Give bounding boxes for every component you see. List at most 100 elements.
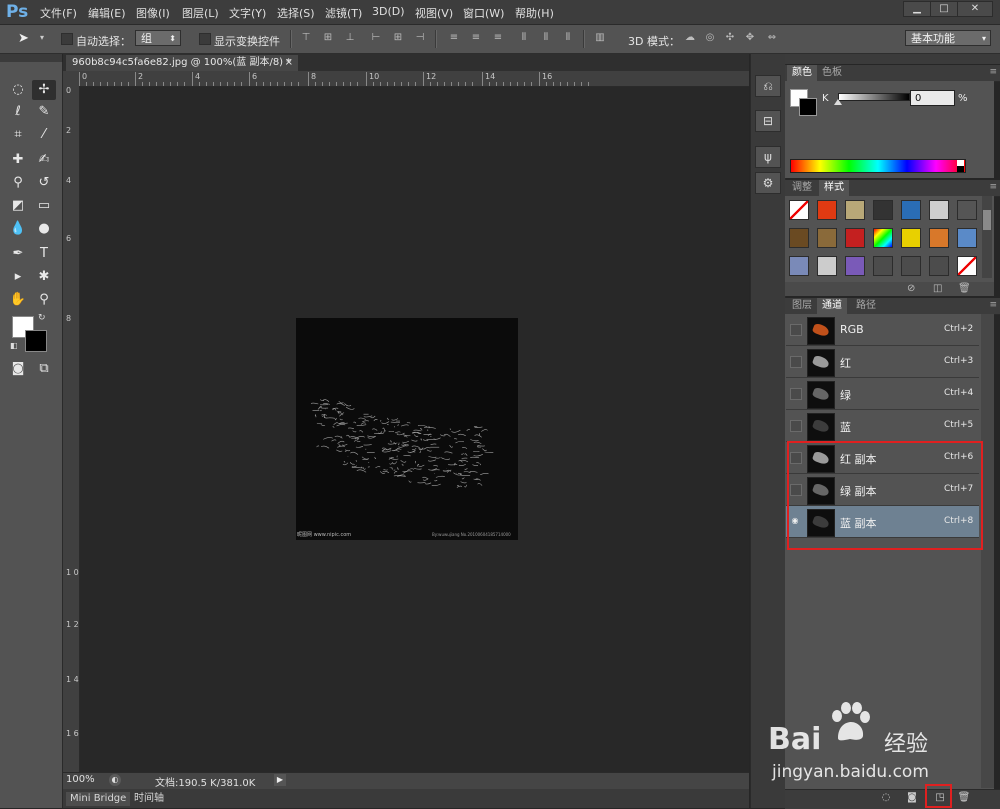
tool-presets-icon[interactable]: ⚙ [755,172,781,194]
style-swatch[interactable] [817,228,837,248]
auto-select-checkbox[interactable] [61,33,73,45]
dodge-tool-icon[interactable]: ● [32,219,56,239]
channels-scrollbar[interactable] [981,314,994,788]
auto-align-icon[interactable]: ▥ [594,32,606,44]
distribute-vcenter-icon[interactable]: ≡ [470,32,482,44]
document-tab[interactable]: 960b8c94c5fa6e82.jpg @ 100%(蓝 副本/8) *× [66,55,298,71]
k-slider-thumb[interactable] [834,99,842,105]
lasso-tool-icon[interactable]: ℓ [6,102,30,122]
save-selection-icon[interactable]: ◙ [905,792,919,804]
style-swatch[interactable] [929,200,949,220]
channel-row[interactable]: RGBCtrl+2 [786,314,979,346]
tab-styles[interactable]: 样式 [819,180,849,196]
3d-slide-icon[interactable]: ✥ [744,32,756,44]
crop-tool-icon[interactable]: ⌗ [6,125,30,145]
history-panel-icon[interactable]: ⎌ [755,75,781,97]
menu-filter[interactable]: 滤镜(T) [325,5,362,21]
3d-roll-icon[interactable]: ◎ [704,32,716,44]
screen-mode-icon[interactable]: ⧉ [32,359,56,379]
channel-row[interactable]: 蓝Ctrl+5 [786,410,979,442]
type-tool-icon[interactable]: T [32,244,56,264]
3d-scale-icon[interactable]: ⇔ [766,32,778,44]
channel-row[interactable]: 绿Ctrl+4 [786,378,979,410]
move-tool-icon[interactable]: ➤ [18,31,29,46]
background-color-swatch[interactable] [25,330,47,352]
align-left-icon[interactable]: ⊢ [370,32,382,44]
menu-image[interactable]: 图像(I) [136,5,170,21]
blur-tool-icon[interactable]: 💧 [6,219,30,239]
visibility-eye-icon[interactable] [790,388,802,400]
auto-select-dropdown[interactable]: 组⬍ [135,30,181,46]
clone-stamp-tool-icon[interactable]: ⚲ [6,173,30,193]
share-icon[interactable]: ◐ [109,774,121,786]
quick-mask-icon[interactable]: ◙ [6,359,30,379]
style-swatch[interactable] [873,228,893,248]
distribute-hcenter-icon[interactable]: ⦀ [540,32,552,44]
style-swatch[interactable] [817,256,837,276]
toolbar-header[interactable] [0,54,62,62]
close-tab-icon[interactable]: × [285,55,293,71]
style-swatch[interactable] [789,256,809,276]
healing-brush-tool-icon[interactable]: ✚ [6,150,30,170]
channel-row[interactable]: 红Ctrl+3 [786,346,979,378]
visibility-eye-icon[interactable] [790,324,802,336]
load-selection-icon[interactable]: ◌ [879,792,893,804]
marquee-tool-icon[interactable]: ◌ [6,80,30,100]
brush-presets-icon[interactable]: ψ [755,146,781,168]
properties-panel-icon[interactable]: ⊟ [755,110,781,132]
panels-header[interactable] [785,54,1000,64]
visibility-eye-icon[interactable] [790,420,802,432]
style-swatch[interactable] [901,200,921,220]
3d-orbit-icon[interactable]: ☁ [684,32,696,44]
k-value-input[interactable]: 0 [910,90,955,106]
styles-scroll-thumb[interactable] [983,210,991,230]
distribute-right-icon[interactable]: ⦀ [562,32,574,44]
document-image[interactable] [296,318,518,540]
align-right-icon[interactable]: ⊣ [414,32,426,44]
tab-color[interactable]: 颜色 [787,65,817,81]
zoom-level[interactable]: 100% [66,774,95,785]
path-select-tool-icon[interactable]: ▸ [6,267,30,287]
tool-preset-chevron-icon[interactable]: ▾ [40,33,44,42]
gradient-tool-icon[interactable]: ▭ [32,196,56,216]
style-swatch[interactable] [845,200,865,220]
brush-tool-icon[interactable]: ✍ [32,150,56,170]
visibility-eye-icon[interactable] [790,356,802,368]
align-hcenter-icon[interactable]: ⊞ [392,32,404,44]
shape-tool-icon[interactable]: ✱ [32,267,56,287]
style-swatch[interactable] [873,200,893,220]
style-swatch[interactable] [845,256,865,276]
tab-swatches[interactable]: 色板 [817,65,847,81]
horizontal-ruler[interactable]: 0246810121416 [79,71,749,87]
menu-view[interactable]: 视图(V) [415,5,453,21]
distribute-top-icon[interactable]: ≡ [448,32,460,44]
style-swatch[interactable] [873,256,893,276]
align-top-icon[interactable]: ⊤ [300,32,312,44]
eyedropper-tool-icon[interactable]: ⁄ [32,125,56,145]
menu-select[interactable]: 选择(S) [277,5,315,21]
styles-scrollbar[interactable] [982,196,992,278]
minimize-button[interactable]: ▁ [903,1,931,17]
swap-colors-icon[interactable]: ↻ [38,313,46,323]
history-brush-tool-icon[interactable]: ↺ [32,173,56,193]
menu-window[interactable]: 窗口(W) [463,5,504,21]
new-style-icon[interactable]: ◫ [933,283,942,294]
vertical-ruler[interactable]: 024681 01 21 41 6 [63,86,80,772]
tab-adjustments[interactable]: 调整 [787,180,817,196]
tab-paths[interactable]: 路径 [851,298,881,314]
style-swatch[interactable] [901,256,921,276]
panel-menu-icon[interactable]: ≡ [989,300,997,310]
3d-pan-icon[interactable]: ✣ [724,32,736,44]
distribute-bottom-icon[interactable]: ≡ [492,32,504,44]
clear-style-icon[interactable]: ⊘ [907,283,915,294]
color-background-swatch[interactable] [799,98,817,116]
menu-layer[interactable]: 图层(L) [182,5,219,21]
move-tool-icon[interactable]: ✢ [32,80,56,100]
menu-3d[interactable]: 3D(D) [372,5,405,18]
tab-layers[interactable]: 图层 [787,298,817,314]
panel-menu-icon[interactable]: ≡ [989,67,997,77]
style-swatch[interactable] [789,200,809,220]
default-colors-icon[interactable]: ◧ [10,341,18,350]
color-spectrum[interactable] [790,159,966,173]
panel-menu-icon[interactable]: ≡ [989,182,997,192]
